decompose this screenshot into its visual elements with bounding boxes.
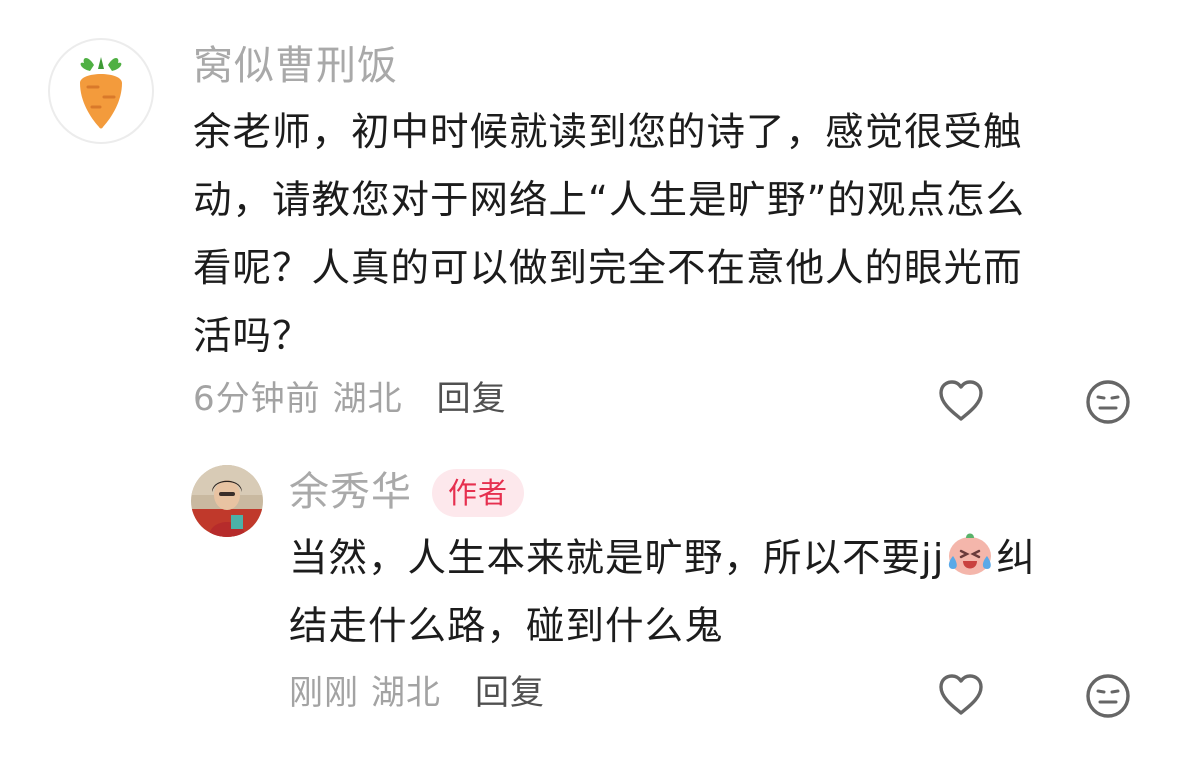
- crying-laughing-emoji-icon: [944, 529, 996, 577]
- author-photo-avatar[interactable]: [191, 465, 263, 537]
- author-username[interactable]: 余秀华: [289, 466, 412, 518]
- comment-text-line: 动，请教您对于网络上“人生是旷野”的观点怎么: [193, 178, 1025, 223]
- heart-outline-icon[interactable]: [936, 376, 986, 426]
- commenter-username[interactable]: 窝似曹刑饭: [193, 40, 398, 92]
- comment-text-line: 余老师，初中时候就读到您的诗了，感觉很受触: [193, 110, 1023, 155]
- reply-meta-row: 刚刚 湖北 回复: [289, 670, 545, 716]
- reply-location: 湖北: [371, 673, 441, 713]
- comment-meta-row: 6分钟前 湖北 回复: [193, 376, 507, 422]
- reply-text-line: 当然，人生本来就是旷野，所以不要jj 纠: [289, 525, 1036, 593]
- reply-reply-button[interactable]: 回复: [475, 670, 545, 716]
- meh-face-icon[interactable]: [1083, 671, 1133, 721]
- meh-face-icon[interactable]: [1083, 377, 1133, 427]
- author-badge: 作者: [432, 469, 525, 517]
- reply-body: 当然，人生本来就是旷野，所以不要jj 纠 结走什么路，碰到什么鬼: [289, 525, 1036, 661]
- reply-text-line: 结走什么路，碰到什么鬼: [289, 604, 724, 649]
- comment-reply-button[interactable]: 回复: [437, 376, 507, 422]
- commenter-avatar[interactable]: [48, 38, 154, 144]
- reply-text-segment: 当然，人生本来就是旷野，所以不要jj: [289, 536, 945, 581]
- reply-time: 刚刚: [289, 673, 359, 713]
- comment-time: 6分钟前: [193, 379, 321, 419]
- comment-body: 余老师，初中时候就读到您的诗了，感觉很受触 动，请教您对于网络上“人生是旷野”的…: [193, 99, 1025, 371]
- carrot-icon: [80, 57, 122, 129]
- reply-text-segment: 纠: [996, 536, 1036, 581]
- heart-outline-icon[interactable]: [936, 670, 986, 720]
- comment-location: 湖北: [332, 379, 403, 419]
- comment-text-line: 看呢？人真的可以做到完全不在意他人的眼光而: [193, 246, 1023, 291]
- comment-text-line: 活吗？: [193, 314, 312, 359]
